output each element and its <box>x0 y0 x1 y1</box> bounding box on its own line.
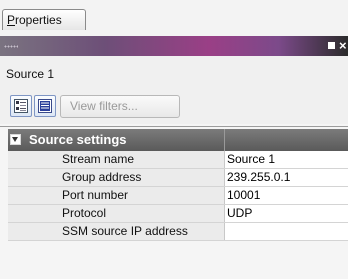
property-value[interactable]: Source 1 <box>224 151 348 168</box>
alphabetical-view-button[interactable] <box>34 95 56 117</box>
categorized-view-button[interactable] <box>10 95 32 117</box>
restore-icon[interactable] <box>328 42 335 49</box>
property-grid: Source settings Stream name Source 1 Gro… <box>8 129 348 279</box>
collapse-icon[interactable] <box>10 134 21 145</box>
group-header-source-settings[interactable]: Source settings <box>8 129 348 151</box>
toolbar-divider <box>0 126 348 127</box>
property-value[interactable]: 10001 <box>224 187 348 204</box>
close-icon[interactable]: × <box>339 37 347 55</box>
property-name: Protocol <box>8 205 224 222</box>
toolbar: View filters... <box>0 92 348 124</box>
group-label: Source settings <box>29 132 127 147</box>
tab-bar: Properties <box>0 0 348 36</box>
property-row-port-number[interactable]: Port number 10001 <box>8 187 348 205</box>
property-name: Port number <box>8 187 224 204</box>
property-row-group-address[interactable]: Group address 239.255.0.1 <box>8 169 348 187</box>
categorized-view-icon <box>14 99 28 113</box>
property-value[interactable]: UDP <box>224 205 348 222</box>
property-row-protocol[interactable]: Protocol UDP <box>8 205 348 223</box>
alphabetical-view-icon <box>38 99 52 113</box>
selected-object-title: Source 1 <box>0 56 348 92</box>
column-separator <box>224 129 225 151</box>
property-name: Stream name <box>8 151 224 168</box>
panel-titlebar[interactable] <box>0 36 348 56</box>
property-row-stream-name[interactable]: Stream name Source 1 <box>8 151 348 169</box>
tab-properties-mnemonic: P <box>7 13 16 27</box>
drag-grip-icon[interactable] <box>4 45 18 48</box>
tab-properties[interactable]: Properties <box>2 9 86 30</box>
property-name: Group address <box>8 169 224 186</box>
view-filters-button[interactable]: View filters... <box>60 95 180 118</box>
property-value[interactable]: 239.255.0.1 <box>224 169 348 186</box>
property-row-ssm-source-ip[interactable]: SSM source IP address <box>8 223 348 241</box>
tab-properties-label: roperties <box>15 13 62 27</box>
property-value[interactable] <box>224 223 348 240</box>
property-name: SSM source IP address <box>8 223 224 240</box>
